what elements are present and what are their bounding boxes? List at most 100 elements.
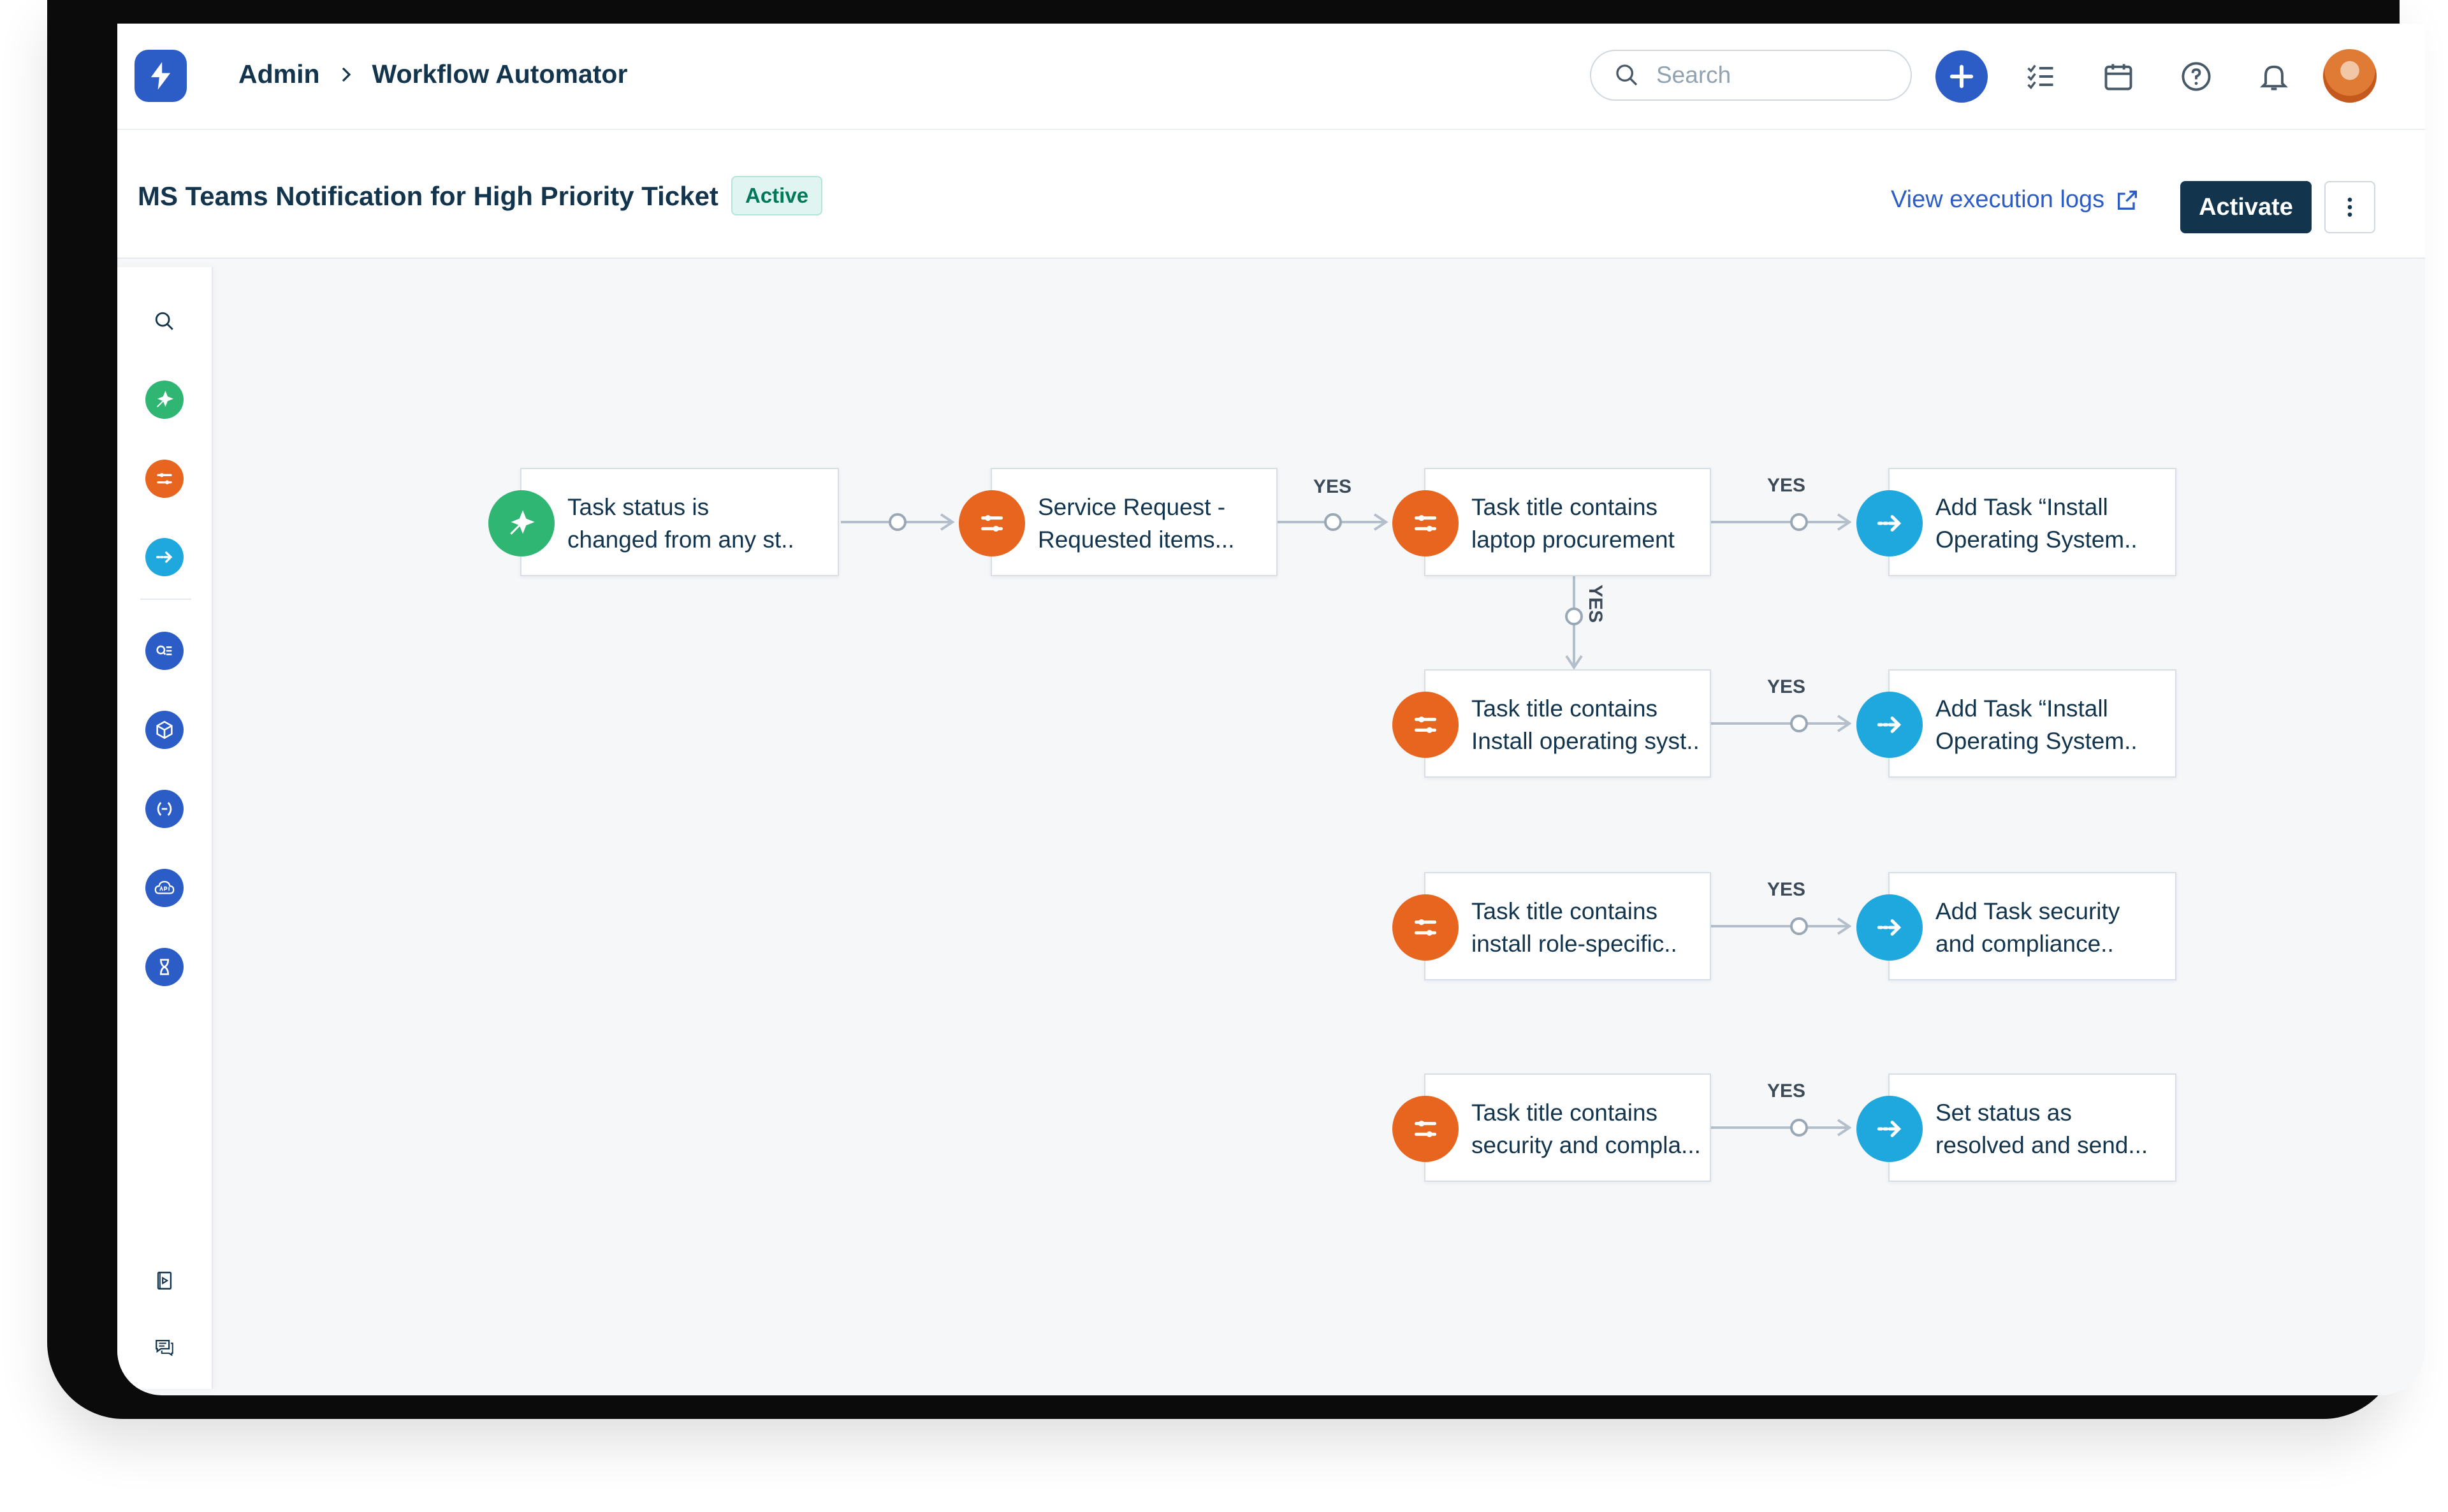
calendar-icon xyxy=(2104,64,2132,91)
node-text: Task title contains install role-specific… xyxy=(1471,895,1733,960)
palette-expression-button[interactable] xyxy=(145,790,184,828)
node-line: Requested items... xyxy=(1038,527,1235,553)
condition-node-icon xyxy=(1392,490,1459,556)
node-line: Task title contains xyxy=(1471,695,1658,722)
condition-node[interactable]: Task title contains Install operating sys… xyxy=(1392,669,1711,778)
action-node[interactable]: Add Task “Install Operating System.. xyxy=(1856,468,2176,576)
palette-divider xyxy=(140,599,191,600)
condition-node[interactable]: Service Request - Requested items... xyxy=(959,468,1278,576)
action-icon xyxy=(1877,716,1902,733)
palette-event-button[interactable] xyxy=(145,381,184,419)
view-execution-logs-label: View execution logs xyxy=(1891,186,2105,213)
palette-query-button[interactable] xyxy=(145,632,184,670)
edge-label-yes: YES xyxy=(1585,585,1606,623)
condition-node-icon xyxy=(959,490,1025,556)
app-screen: Admin Workflow Automator Search MS Teams… xyxy=(117,24,2425,1395)
node-text: Set status as resolved and send... xyxy=(1935,1096,2197,1161)
node-text: Add Task “Install Operating System.. xyxy=(1935,692,2197,757)
playbook-icon xyxy=(157,1272,172,1290)
condition-icon xyxy=(1414,1121,1437,1137)
node-line: changed from any st.. xyxy=(567,527,794,553)
breadcrumb-current: Workflow Automator xyxy=(372,59,628,89)
app-icon xyxy=(156,720,173,739)
search-icon xyxy=(155,312,173,330)
palette-api-button[interactable] xyxy=(145,869,184,907)
node-line: and compliance.. xyxy=(1935,931,2114,957)
help-button[interactable] xyxy=(2171,52,2221,101)
condition-icon xyxy=(157,473,172,484)
action-icon xyxy=(1877,515,1902,532)
node-line: Add Task security xyxy=(1935,898,2120,924)
palette-app-button[interactable] xyxy=(145,711,184,749)
calendar-button[interactable] xyxy=(2094,52,2143,101)
bell-icon xyxy=(2259,65,2289,91)
condition-node-icon xyxy=(1392,1096,1459,1162)
node-line: Operating System.. xyxy=(1935,527,2138,553)
condition-node[interactable]: Task title contains laptop procurement xyxy=(1392,468,1711,576)
node-line: resolved and send... xyxy=(1935,1132,2148,1158)
page-title: MS Teams Notification for High Priority … xyxy=(138,181,718,211)
palette-action-button[interactable] xyxy=(145,538,184,576)
node-line: Service Request - xyxy=(1038,494,1226,520)
notifications-button[interactable] xyxy=(2249,52,2299,101)
node-text: Task status is changed from any st.. xyxy=(567,491,829,556)
action-node-icon xyxy=(1856,894,1923,961)
avatar[interactable] xyxy=(2323,49,2377,103)
node-line: Install operating syst.. xyxy=(1471,728,1700,754)
trigger-node[interactable]: Task status is changed from any st.. xyxy=(488,468,839,576)
checklist-icon xyxy=(2027,64,2053,89)
condition-icon xyxy=(1414,716,1437,733)
node-line: Task title contains xyxy=(1471,898,1658,924)
condition-node[interactable]: Task title contains install role-specific… xyxy=(1392,872,1711,980)
palette-search-button[interactable] xyxy=(145,302,184,340)
palette-timer-button[interactable] xyxy=(145,948,184,986)
activate-button[interactable]: Activate xyxy=(2180,181,2312,233)
plus-icon xyxy=(1949,64,1974,89)
palette-playbook-button[interactable] xyxy=(145,1261,184,1300)
workflow-canvas[interactable]: YES YES YES YES YES YES Task status is ch… xyxy=(213,259,2425,1395)
search-box[interactable] xyxy=(1590,50,1912,101)
more-options-button[interactable] xyxy=(2324,181,2375,233)
event-node-icon xyxy=(488,490,555,556)
action-node-icon xyxy=(1856,692,1923,758)
event-icon xyxy=(510,510,535,535)
action-node[interactable]: Set status as resolved and send... xyxy=(1856,1073,2176,1182)
node-line: Task title contains xyxy=(1471,1100,1658,1126)
connectors xyxy=(841,513,1852,1137)
api-icon xyxy=(154,880,175,894)
node-line: Add Task “Install xyxy=(1935,494,2108,520)
edge-label-yes: YES xyxy=(1767,676,1806,697)
condition-node[interactable]: Task title contains security and compla..… xyxy=(1392,1073,1711,1182)
node-line: Task status is xyxy=(567,494,710,520)
node-line: Task title contains xyxy=(1471,494,1658,520)
node-text: Add Task “Install Operating System.. xyxy=(1935,491,2197,556)
breadcrumb-admin-link[interactable]: Admin xyxy=(238,59,320,89)
workflow-header: MS Teams Notification for High Priority … xyxy=(117,130,2425,259)
more-vertical-icon xyxy=(2347,198,2352,217)
node-text: Task title contains security and compla..… xyxy=(1471,1096,1733,1161)
action-icon xyxy=(1877,919,1902,936)
palette-condition-button[interactable] xyxy=(145,460,184,498)
expression-icon xyxy=(157,802,172,816)
action-node[interactable]: Add Task “Install Operating System.. xyxy=(1856,669,2176,778)
palette-feedback-button[interactable] xyxy=(145,1328,184,1366)
create-button[interactable] xyxy=(1935,50,1988,103)
edge-label-yes: YES xyxy=(1767,879,1806,900)
search-input[interactable] xyxy=(1655,61,1900,89)
condition-node-icon xyxy=(1392,894,1459,961)
view-execution-logs-link[interactable]: View execution logs xyxy=(1891,186,2140,214)
node-line: Operating System.. xyxy=(1935,728,2138,754)
action-node-icon xyxy=(1856,1096,1923,1162)
edge-label-yes: YES xyxy=(1767,475,1806,496)
edge-label-yes: YES xyxy=(1767,1080,1806,1101)
breadcrumb: Admin Workflow Automator xyxy=(238,59,627,89)
top-bar: Admin Workflow Automator xyxy=(117,24,2425,130)
app-logo-icon[interactable] xyxy=(135,50,187,102)
help-icon xyxy=(2182,62,2211,91)
node-line: Add Task “Install xyxy=(1935,695,2108,722)
todo-button[interactable] xyxy=(2016,52,2066,101)
event-icon xyxy=(156,390,174,408)
action-node[interactable]: Add Task security and compliance.. xyxy=(1856,872,2176,980)
node-line: security and compla... xyxy=(1471,1132,1701,1158)
node-text: Service Request - Requested items... xyxy=(1038,491,1299,556)
